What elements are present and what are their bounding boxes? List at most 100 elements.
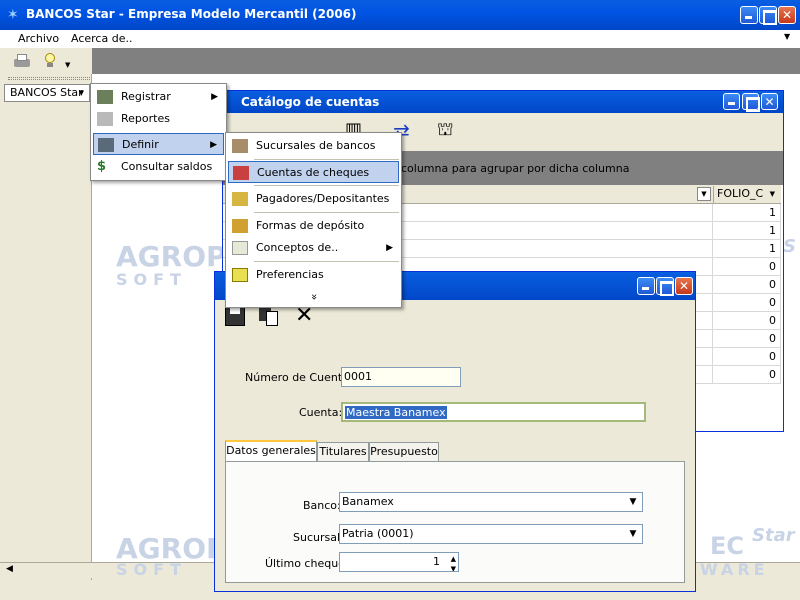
menubar-chevron-down-icon[interactable]: ▼ [784, 32, 790, 41]
expand-chevron-icon: » [308, 293, 321, 301]
dollar-icon: $ [97, 159, 107, 174]
folio-cell: 0 [713, 294, 781, 312]
dialog-minimize-button[interactable] [637, 277, 655, 295]
menu-item-registrar[interactable]: Registrar ▶ [93, 86, 224, 108]
catalog-minimize-button[interactable] [723, 93, 740, 110]
watermark-ec: EC [710, 532, 745, 560]
menu-expand-more[interactable]: » [303, 287, 325, 307]
panel-grip [8, 77, 90, 80]
pagadores-icon [232, 192, 248, 206]
folio-cell: 0 [713, 348, 781, 366]
printer-icon[interactable] [13, 53, 31, 69]
menu-item-conceptos[interactable]: Conceptos de.. ▶ [228, 237, 399, 259]
spinner-down-icon[interactable]: ▼ [451, 560, 456, 571]
menu-acerca[interactable]: Acerca de.. [71, 32, 132, 45]
toolbar-chevron-down-icon[interactable]: ▼ [65, 61, 70, 69]
ultimo-spinner[interactable]: 1 ▲ ▼ [339, 552, 459, 572]
watermark-soft: SOFT [116, 270, 187, 289]
conceptos-icon [232, 241, 248, 255]
sucursal-select[interactable]: Patria (0001) ▼ [339, 524, 643, 544]
scroll-left-icon[interactable]: ◀ [6, 564, 13, 574]
watermark-star-top: S [783, 236, 796, 257]
binoculars-icon[interactable]: ⛫ [437, 119, 454, 143]
close-button[interactable]: ✕ [778, 6, 796, 24]
watermark-soft-bottom: SOFT [116, 560, 187, 579]
formas-icon [232, 219, 248, 233]
folio-cell: 0 [713, 312, 781, 330]
catalog-close-button[interactable]: ✕ [761, 93, 778, 110]
folio-column-header[interactable]: FOLIO_C ▼ [713, 186, 781, 203]
watermark-star: Star [752, 525, 795, 546]
left-panel [0, 74, 92, 580]
bancos-menu: Registrar ▶ Reportes Definir ▶ $ Consultar … [90, 83, 227, 181]
close-icon: ✕ [764, 95, 775, 109]
cuenta-value: Maestra Banamex [345, 406, 447, 419]
watermark-ware: WARE [700, 560, 769, 579]
dialog-maximize-button[interactable] [656, 277, 674, 296]
account-dialog: ✕ ✕ Número de Cuenta: 0001 Cuenta: Maest… [214, 271, 696, 592]
dropdown-arrow-icon: ▼ [78, 89, 84, 97]
menu-archivo[interactable]: Archivo [18, 32, 59, 45]
submenu-arrow-icon: ▶ [386, 243, 393, 253]
cuentas-icon [233, 166, 249, 180]
banco-label: Banco: [303, 499, 341, 512]
minimize-icon [638, 278, 654, 294]
maximize-button[interactable] [759, 6, 777, 25]
menu-item-cuentas[interactable]: Cuentas de cheques [228, 161, 399, 183]
catalog-title-bar: Catálogo de cuentas ✕ [223, 91, 783, 113]
maximize-icon [760, 7, 777, 25]
numero-input[interactable]: 0001 [341, 367, 461, 387]
menu-item-sucursales[interactable]: Sucursales de bancos [228, 135, 399, 157]
definir-submenu: Sucursales de bancos Cuentas de cheques … [225, 132, 402, 308]
sucursal-label: Sucursal: [293, 531, 344, 544]
dialog-close-button[interactable]: ✕ [675, 277, 693, 295]
minimize-icon [741, 7, 757, 23]
main-title-bar: ✶ BANCOS Star - Empresa Modelo Mercantil… [0, 0, 800, 30]
tab-presupuesto[interactable]: Presupuesto [369, 442, 439, 462]
menu-item-reportes[interactable]: Reportes [93, 108, 224, 130]
sucursales-icon [232, 139, 248, 153]
app-star-icon: ✶ [7, 7, 19, 23]
save-icon[interactable] [225, 306, 245, 326]
folio-dropdown-icon[interactable]: ▼ [770, 186, 775, 202]
tab-datos-generales[interactable]: Datos generales [225, 440, 317, 462]
cuenta-input[interactable]: Maestra Banamex [341, 402, 646, 422]
folio-cell: 0 [713, 366, 781, 384]
banco-dropdown-icon[interactable]: ▼ [625, 494, 641, 510]
menu-item-definir[interactable]: Definir ▶ [93, 133, 224, 155]
folio-cell: 1 [713, 204, 781, 222]
toolbar-dark-strip [92, 48, 800, 74]
minimize-button[interactable] [740, 6, 758, 24]
maximize-icon [657, 278, 674, 296]
reportes-icon [97, 112, 113, 126]
folio-cell: 1 [713, 240, 781, 258]
sucursal-dropdown-icon[interactable]: ▼ [625, 526, 641, 542]
menu-item-consultar[interactable]: $ Consultar saldos [93, 156, 224, 178]
menu-item-pagadores[interactable]: Pagadores/Depositantes [228, 188, 399, 210]
catalog-title: Catálogo de cuentas [241, 95, 380, 109]
bancos-dropdown[interactable]: BANCOS Star ▼ [4, 84, 90, 102]
catalog-maximize-button[interactable] [742, 93, 760, 112]
cuenta-label: Cuenta: [299, 406, 343, 419]
tab-titulares[interactable]: Titulares [317, 442, 369, 462]
name-column-dropdown[interactable]: ▼ [697, 187, 711, 201]
folio-cell: 0 [713, 258, 781, 276]
group-hint: columna para agrupar por dicha columna [401, 162, 630, 175]
registrar-icon [97, 90, 113, 104]
preferencias-icon [232, 268, 248, 282]
menubar: Archivo Acerca de.. ▼ [0, 30, 800, 48]
folio-cell: 0 [713, 330, 781, 348]
minimize-icon [724, 94, 739, 109]
submenu-arrow-icon: ▶ [210, 140, 217, 150]
folio-cell: 0 [713, 276, 781, 294]
copy-icon[interactable] [259, 306, 279, 326]
banco-select[interactable]: Banamex ▼ [339, 492, 643, 512]
lightbulb-icon[interactable] [42, 53, 58, 69]
menu-item-formas[interactable]: Formas de depósito [228, 215, 399, 237]
menu-item-preferencias[interactable]: Preferencias [228, 264, 399, 286]
close-icon: ✕ [781, 8, 793, 22]
folio-cell: 1 [713, 222, 781, 240]
close-icon: ✕ [678, 279, 690, 293]
watermark-agro: AGROP [116, 240, 227, 273]
maximize-icon [743, 94, 760, 112]
